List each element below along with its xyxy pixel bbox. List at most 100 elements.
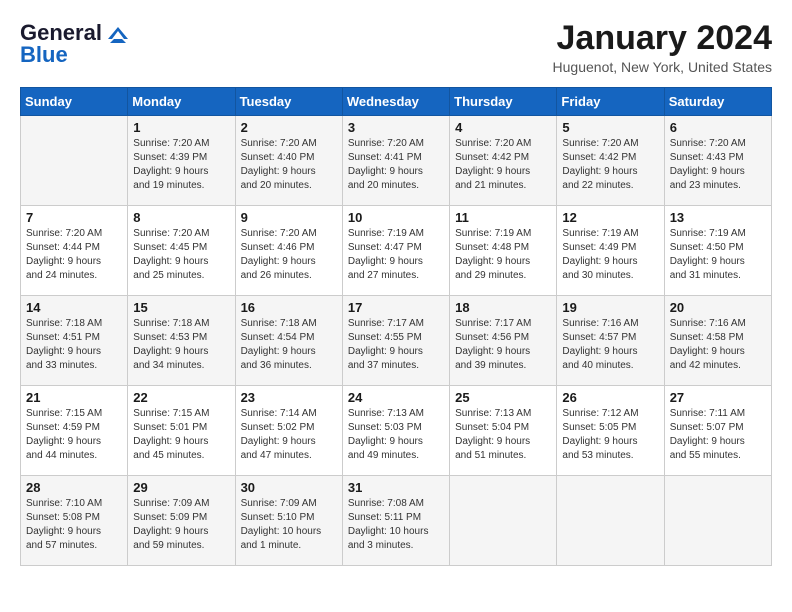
- calendar-cell: 29 Sunrise: 7:09 AM Sunset: 5:09 PM Dayli…: [128, 476, 235, 566]
- day-info: Sunrise: 7:13 AM Sunset: 5:03 PM Dayligh…: [348, 407, 444, 463]
- calendar-week-row: 1 Sunrise: 7:20 AM Sunset: 4:39 PM Daylig…: [21, 116, 772, 206]
- day-info: Sunrise: 7:20 AM Sunset: 4:46 PM Dayligh…: [241, 227, 337, 283]
- calendar-cell: 19 Sunrise: 7:16 AM Sunset: 4:57 PM Dayli…: [557, 296, 664, 386]
- day-info: Sunrise: 7:14 AM Sunset: 5:02 PM Dayligh…: [241, 407, 337, 463]
- day-info: Sunrise: 7:20 AM Sunset: 4:39 PM Dayligh…: [133, 137, 229, 193]
- calendar-cell: 27 Sunrise: 7:11 AM Sunset: 5:07 PM Dayli…: [664, 386, 771, 476]
- weekday-header-tuesday: Tuesday: [235, 88, 342, 116]
- day-number: 24: [348, 390, 444, 405]
- calendar-cell: 12Sunrise: 7:19 AM Sunset: 4:49 PM Dayli…: [557, 206, 664, 296]
- day-number: 28: [26, 480, 122, 495]
- day-number: 8: [133, 210, 229, 225]
- day-number: 31: [348, 480, 444, 495]
- calendar-cell: 1 Sunrise: 7:20 AM Sunset: 4:39 PM Daylig…: [128, 116, 235, 206]
- day-number: 9: [241, 210, 337, 225]
- weekday-header-monday: Monday: [128, 88, 235, 116]
- calendar-cell: 17 Sunrise: 7:17 AM Sunset: 4:55 PM Dayli…: [342, 296, 449, 386]
- day-info: Sunrise: 7:12 AM Sunset: 5:05 PM Dayligh…: [562, 407, 658, 463]
- calendar-cell: 5Sunrise: 7:20 AM Sunset: 4:42 PM Daylig…: [557, 116, 664, 206]
- calendar-week-row: 7 Sunrise: 7:20 AM Sunset: 4:44 PM Daylig…: [21, 206, 772, 296]
- calendar-cell: 6Sunrise: 7:20 AM Sunset: 4:43 PM Daylig…: [664, 116, 771, 206]
- day-number: 14: [26, 300, 122, 315]
- calendar-cell: 26 Sunrise: 7:12 AM Sunset: 5:05 PM Dayli…: [557, 386, 664, 476]
- calendar-cell: 4 Sunrise: 7:20 AM Sunset: 4:42 PM Daylig…: [450, 116, 557, 206]
- day-number: 13: [670, 210, 766, 225]
- calendar-cell: 31 Sunrise: 7:08 AM Sunset: 5:11 PM Dayli…: [342, 476, 449, 566]
- day-info: Sunrise: 7:09 AM Sunset: 5:09 PM Dayligh…: [133, 497, 229, 553]
- day-info: Sunrise: 7:10 AM Sunset: 5:08 PM Dayligh…: [26, 497, 122, 553]
- logo-icon: [104, 25, 134, 43]
- weekday-header-wednesday: Wednesday: [342, 88, 449, 116]
- day-info: Sunrise: 7:19 AM Sunset: 4:50 PM Dayligh…: [670, 227, 766, 283]
- calendar-cell: 28 Sunrise: 7:10 AM Sunset: 5:08 PM Dayli…: [21, 476, 128, 566]
- calendar-cell: 3Sunrise: 7:20 AM Sunset: 4:41 PM Daylig…: [342, 116, 449, 206]
- day-number: 1: [133, 120, 229, 135]
- day-number: 17: [348, 300, 444, 315]
- calendar-cell: [557, 476, 664, 566]
- day-info: Sunrise: 7:15 AM Sunset: 4:59 PM Dayligh…: [26, 407, 122, 463]
- calendar-cell: 2 Sunrise: 7:20 AM Sunset: 4:40 PM Daylig…: [235, 116, 342, 206]
- day-info: Sunrise: 7:20 AM Sunset: 4:41 PM Dayligh…: [348, 137, 444, 193]
- header: General Blue January 2024 Huguenot, New …: [20, 20, 772, 75]
- calendar-container: General Blue January 2024 Huguenot, New …: [0, 0, 792, 576]
- calendar-cell: [21, 116, 128, 206]
- calendar-cell: 23 Sunrise: 7:14 AM Sunset: 5:02 PM Dayli…: [235, 386, 342, 476]
- day-number: 4: [455, 120, 551, 135]
- weekday-header-thursday: Thursday: [450, 88, 557, 116]
- day-number: 6: [670, 120, 766, 135]
- day-info: Sunrise: 7:20 AM Sunset: 4:42 PM Dayligh…: [455, 137, 551, 193]
- day-number: 29: [133, 480, 229, 495]
- day-number: 20: [670, 300, 766, 315]
- calendar-cell: 16 Sunrise: 7:18 AM Sunset: 4:54 PM Dayli…: [235, 296, 342, 386]
- calendar-cell: 18Sunrise: 7:17 AM Sunset: 4:56 PM Dayli…: [450, 296, 557, 386]
- calendar-cell: 11Sunrise: 7:19 AM Sunset: 4:48 PM Dayli…: [450, 206, 557, 296]
- calendar-cell: 25 Sunrise: 7:13 AM Sunset: 5:04 PM Dayli…: [450, 386, 557, 476]
- calendar-cell: 7 Sunrise: 7:20 AM Sunset: 4:44 PM Daylig…: [21, 206, 128, 296]
- calendar-cell: 8 Sunrise: 7:20 AM Sunset: 4:45 PM Daylig…: [128, 206, 235, 296]
- day-info: Sunrise: 7:16 AM Sunset: 4:57 PM Dayligh…: [562, 317, 658, 373]
- day-number: 19: [562, 300, 658, 315]
- day-number: 30: [241, 480, 337, 495]
- day-info: Sunrise: 7:19 AM Sunset: 4:47 PM Dayligh…: [348, 227, 444, 283]
- day-info: Sunrise: 7:13 AM Sunset: 5:04 PM Dayligh…: [455, 407, 551, 463]
- day-info: Sunrise: 7:20 AM Sunset: 4:42 PM Dayligh…: [562, 137, 658, 193]
- day-number: 25: [455, 390, 551, 405]
- month-title: January 2024: [553, 20, 772, 57]
- calendar-week-row: 21 Sunrise: 7:15 AM Sunset: 4:59 PM Dayli…: [21, 386, 772, 476]
- day-info: Sunrise: 7:18 AM Sunset: 4:53 PM Dayligh…: [133, 317, 229, 373]
- calendar-cell: 15Sunrise: 7:18 AM Sunset: 4:53 PM Dayli…: [128, 296, 235, 386]
- day-info: Sunrise: 7:17 AM Sunset: 4:55 PM Dayligh…: [348, 317, 444, 373]
- day-info: Sunrise: 7:20 AM Sunset: 4:44 PM Dayligh…: [26, 227, 122, 283]
- calendar-cell: [664, 476, 771, 566]
- day-info: Sunrise: 7:09 AM Sunset: 5:10 PM Dayligh…: [241, 497, 337, 553]
- day-number: 7: [26, 210, 122, 225]
- day-info: Sunrise: 7:18 AM Sunset: 4:51 PM Dayligh…: [26, 317, 122, 373]
- day-number: 18: [455, 300, 551, 315]
- title-block: January 2024 Huguenot, New York, United …: [553, 20, 772, 75]
- day-number: 21: [26, 390, 122, 405]
- day-info: Sunrise: 7:18 AM Sunset: 4:54 PM Dayligh…: [241, 317, 337, 373]
- calendar-cell: 9 Sunrise: 7:20 AM Sunset: 4:46 PM Daylig…: [235, 206, 342, 296]
- day-info: Sunrise: 7:16 AM Sunset: 4:58 PM Dayligh…: [670, 317, 766, 373]
- day-number: 26: [562, 390, 658, 405]
- day-number: 27: [670, 390, 766, 405]
- day-number: 2: [241, 120, 337, 135]
- calendar-week-row: 28 Sunrise: 7:10 AM Sunset: 5:08 PM Dayli…: [21, 476, 772, 566]
- calendar-cell: 24 Sunrise: 7:13 AM Sunset: 5:03 PM Dayli…: [342, 386, 449, 476]
- day-info: Sunrise: 7:08 AM Sunset: 5:11 PM Dayligh…: [348, 497, 444, 553]
- calendar-cell: 20 Sunrise: 7:16 AM Sunset: 4:58 PM Dayli…: [664, 296, 771, 386]
- calendar-table: SundayMondayTuesdayWednesdayThursdayFrid…: [20, 87, 772, 566]
- calendar-cell: 21 Sunrise: 7:15 AM Sunset: 4:59 PM Dayli…: [21, 386, 128, 476]
- day-info: Sunrise: 7:20 AM Sunset: 4:45 PM Dayligh…: [133, 227, 229, 283]
- day-number: 10: [348, 210, 444, 225]
- day-number: 11: [455, 210, 551, 225]
- calendar-cell: [450, 476, 557, 566]
- day-number: 22: [133, 390, 229, 405]
- day-number: 16: [241, 300, 337, 315]
- day-info: Sunrise: 7:20 AM Sunset: 4:40 PM Dayligh…: [241, 137, 337, 193]
- logo: General Blue: [20, 20, 134, 68]
- day-info: Sunrise: 7:11 AM Sunset: 5:07 PM Dayligh…: [670, 407, 766, 463]
- calendar-cell: 10 Sunrise: 7:19 AM Sunset: 4:47 PM Dayli…: [342, 206, 449, 296]
- day-number: 23: [241, 390, 337, 405]
- weekday-header-friday: Friday: [557, 88, 664, 116]
